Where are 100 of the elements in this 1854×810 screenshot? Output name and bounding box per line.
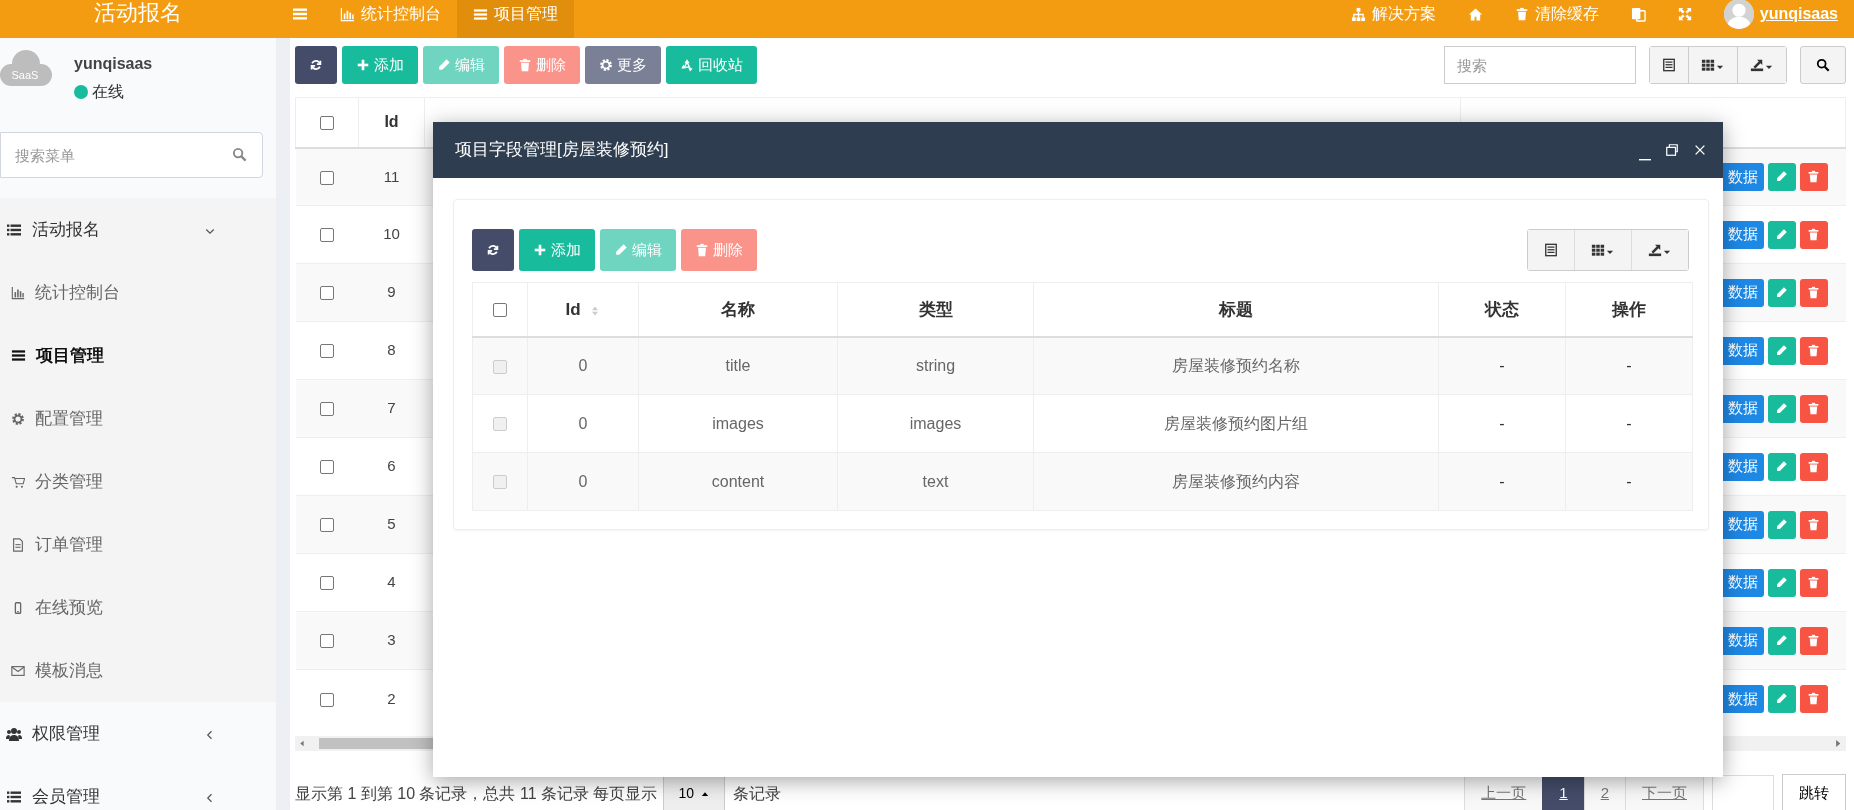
pencil-icon bbox=[1775, 460, 1788, 473]
delete-row-button[interactable] bbox=[1799, 220, 1828, 249]
menu-search-field[interactable]: 搜索菜单 bbox=[0, 132, 263, 178]
submenu-item[interactable]: 统计控制台 bbox=[0, 261, 276, 324]
pencil-icon bbox=[1775, 518, 1788, 531]
trash-icon bbox=[1807, 170, 1820, 184]
dialog-title: 项目字段管理[房屋装修预约] bbox=[455, 139, 669, 162]
user-menu[interactable]: yunqisaas bbox=[1707, 0, 1854, 38]
refresh-button[interactable] bbox=[295, 46, 337, 84]
sitemap-icon bbox=[1350, 6, 1366, 22]
row-checkbox[interactable] bbox=[320, 170, 334, 185]
row-checkbox[interactable] bbox=[320, 634, 334, 649]
row-checkbox[interactable] bbox=[320, 286, 334, 301]
trash-icon bbox=[1807, 344, 1820, 357]
edit-row-button[interactable] bbox=[1767, 568, 1796, 597]
toggle-view-button[interactable] bbox=[1528, 230, 1575, 270]
row-checkbox[interactable] bbox=[320, 402, 334, 417]
submenu-item[interactable]: 模板消息 bbox=[0, 639, 276, 702]
delete-row-button[interactable] bbox=[1799, 684, 1828, 713]
nav-link[interactable]: 解决方案 bbox=[1334, 0, 1452, 38]
table-cell: string bbox=[915, 356, 956, 374]
delete-row-button[interactable] bbox=[1799, 394, 1828, 423]
nav-tab[interactable]: 统计控制台 bbox=[324, 0, 457, 38]
edit-row-button[interactable] bbox=[1767, 684, 1796, 713]
submenu-item[interactable]: 分类管理 bbox=[0, 450, 276, 513]
pencil-icon bbox=[614, 243, 628, 257]
edit-row-button[interactable] bbox=[1767, 510, 1796, 539]
column-header: 名称 bbox=[721, 299, 755, 319]
table-cell: 10 bbox=[383, 225, 400, 243]
table-cell: 5 bbox=[387, 515, 396, 533]
table-cell: images bbox=[712, 414, 764, 432]
row-checkbox[interactable] bbox=[320, 460, 334, 475]
select-all-checkbox[interactable] bbox=[493, 303, 507, 317]
pencil-icon bbox=[1775, 170, 1788, 184]
row-checkbox[interactable] bbox=[320, 344, 334, 359]
edit-row-button[interactable] bbox=[1767, 626, 1796, 655]
row-checkbox[interactable] bbox=[320, 692, 334, 707]
pencil-icon bbox=[1775, 286, 1788, 299]
user-name: yunqisaas bbox=[74, 54, 153, 74]
table-cell: 0 bbox=[578, 356, 588, 374]
column-header: 状态 bbox=[1485, 299, 1519, 319]
trash-icon bbox=[1807, 402, 1820, 415]
menu-item[interactable]: 活动报名 bbox=[0, 198, 276, 261]
column-header: Id bbox=[565, 299, 581, 319]
delete-row-button[interactable] bbox=[1799, 452, 1828, 481]
delete-row-button[interactable] bbox=[1799, 626, 1828, 655]
delete-row-button[interactable] bbox=[1799, 278, 1828, 307]
delete-row-button[interactable] bbox=[1799, 336, 1828, 365]
refresh-button[interactable] bbox=[472, 229, 514, 271]
edit-row-button[interactable] bbox=[1767, 220, 1796, 249]
menu-item[interactable]: 会员管理 bbox=[0, 765, 276, 810]
table-cell: 8 bbox=[387, 341, 396, 359]
trash-icon bbox=[1807, 576, 1820, 589]
more-button[interactable]: 更多 bbox=[585, 46, 661, 84]
row-checkbox[interactable] bbox=[320, 576, 334, 591]
add-button[interactable]: 添加 bbox=[519, 229, 595, 271]
row-checkbox[interactable] bbox=[320, 228, 334, 243]
menu-item[interactable]: 权限管理 bbox=[0, 702, 276, 765]
maximize-icon bbox=[1665, 143, 1679, 158]
edit-row-button[interactable] bbox=[1767, 452, 1796, 481]
delete-row-button[interactable] bbox=[1799, 162, 1828, 191]
row-checkbox[interactable] bbox=[320, 518, 334, 533]
toggle-view-button[interactable] bbox=[1650, 47, 1689, 83]
edit-row-button[interactable] bbox=[1767, 336, 1796, 365]
pencil-icon bbox=[1775, 344, 1788, 357]
edit-row-button[interactable] bbox=[1767, 162, 1796, 191]
search-field[interactable]: 搜索 bbox=[1444, 46, 1636, 84]
select-all-checkbox[interactable] bbox=[320, 116, 334, 130]
nav-tab[interactable]: 项目管理 bbox=[457, 0, 574, 38]
table-cell: 房屋装修预约图片组 bbox=[1164, 414, 1308, 432]
add-button[interactable]: 添加 bbox=[342, 46, 418, 84]
scroll-left-icon bbox=[298, 738, 307, 748]
delete-row-button[interactable] bbox=[1799, 510, 1828, 539]
jump-button[interactable]: 跳转 bbox=[1782, 773, 1846, 810]
table-cell: - bbox=[1499, 472, 1505, 490]
delete-row-button[interactable] bbox=[1799, 568, 1828, 597]
submenu-item[interactable]: 配置管理 bbox=[0, 387, 276, 450]
nav-link[interactable]: 清除缓存 bbox=[1498, 0, 1615, 38]
page-number-field[interactable] bbox=[1712, 774, 1774, 810]
edit-row-button[interactable] bbox=[1767, 394, 1796, 423]
trash-icon bbox=[1807, 286, 1820, 299]
grid-icon bbox=[1701, 57, 1715, 72]
envelope-icon bbox=[11, 663, 25, 678]
submenu-item[interactable]: 在线预览 bbox=[0, 576, 276, 639]
recycle-icon bbox=[680, 58, 694, 72]
menu-icon bbox=[473, 6, 488, 22]
edit-row-button[interactable] bbox=[1767, 278, 1796, 307]
search-button[interactable] bbox=[1800, 46, 1846, 84]
plus-icon bbox=[533, 243, 547, 257]
table-cell: 11 bbox=[383, 167, 400, 185]
submenu-item[interactable]: 项目管理 bbox=[0, 324, 276, 387]
app-logo[interactable]: 活动报名 bbox=[0, 0, 276, 38]
status-text: 在线 bbox=[92, 82, 124, 102]
table-cell: - bbox=[1499, 414, 1505, 432]
pencil-icon bbox=[1775, 228, 1788, 241]
submenu-item[interactable]: 订单管理 bbox=[0, 513, 276, 576]
column-header: 标题 bbox=[1219, 299, 1253, 319]
pencil-icon bbox=[1775, 576, 1788, 589]
table-cell: - bbox=[1626, 414, 1632, 432]
recycle-bin-button[interactable]: 回收站 bbox=[666, 46, 757, 84]
